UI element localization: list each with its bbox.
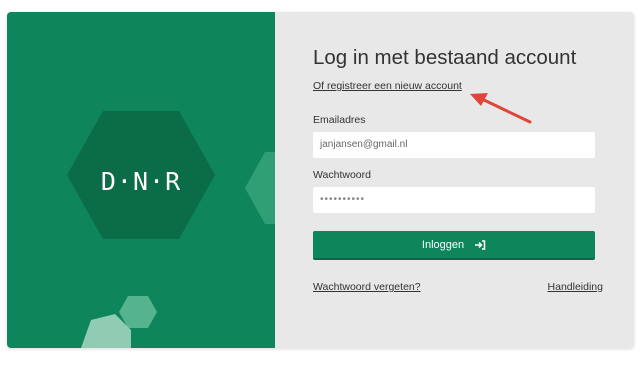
password-label: Wachtwoord — [313, 169, 371, 181]
hexagon-small — [119, 296, 157, 328]
email-field[interactable]: janjansen@gmail.nl — [313, 132, 595, 158]
login-form-panel: Log in met bestaand account Of registree… — [275, 12, 634, 348]
email-label: Emailadres — [313, 114, 366, 126]
login-button-label: Inloggen — [421, 238, 465, 251]
password-field[interactable]: •••••••••• — [313, 187, 595, 213]
hexagon-right-partial — [245, 152, 275, 224]
login-card: D·N·R Log in met bestaand account Of reg… — [7, 12, 634, 348]
dnr-logo: D·N·R — [100, 166, 182, 196]
page-title: Log in met bestaand account — [313, 46, 577, 69]
brand-panel: D·N·R — [7, 12, 275, 348]
login-button[interactable]: Inloggen — [313, 231, 595, 260]
forgot-password-link[interactable]: Wachtwoord vergeten? — [313, 281, 421, 293]
register-link[interactable]: Of registreer een nieuw account — [313, 80, 462, 92]
sign-in-icon — [474, 239, 486, 250]
manual-link[interactable]: Handleiding — [548, 281, 603, 293]
